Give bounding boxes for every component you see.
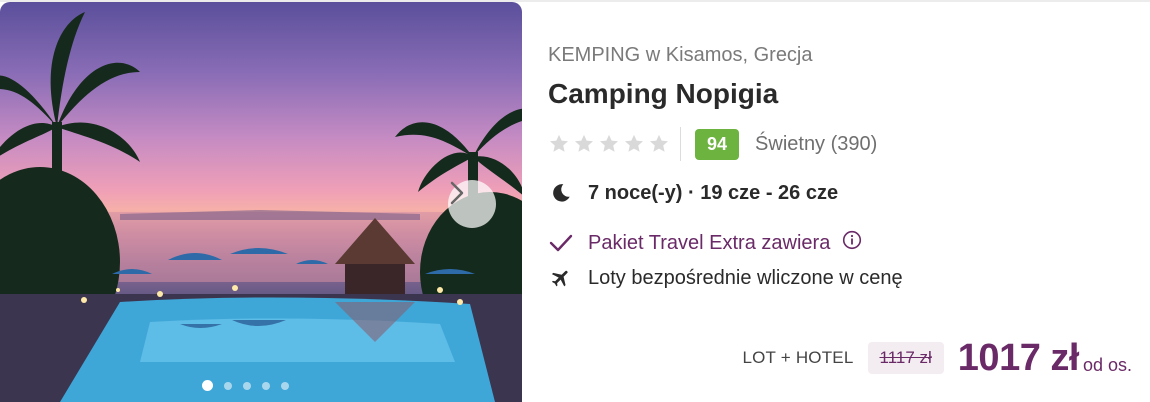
review-score-badge: 94 [695,128,740,160]
rating-divider [680,127,681,161]
old-price: 1117 zł [867,342,944,374]
moon-icon [548,180,574,206]
hotel-photo[interactable] [0,2,522,402]
checkmark-icon [548,230,574,256]
gallery-dot[interactable] [243,381,251,390]
hotel-location: KEMPING w Kisamos, Grecja [548,44,813,66]
info-circle-icon[interactable] [842,230,862,256]
gallery-dot[interactable] [202,380,213,391]
offer-card[interactable]: KEMPING w Kisamos, Grecja Camping Nopigi… [0,0,1150,402]
price-row[interactable]: LOT + HOTEL 1117 zł 1017 zł od os. [742,334,1132,382]
package-type: LOT + HOTEL [742,348,854,367]
rating-row: 94 Świetny (390) [548,127,877,161]
travel-extra-package[interactable]: Pakiet Travel Extra zawiera [548,230,862,256]
star-icon [550,134,568,152]
photo-scene [0,12,522,402]
gallery-dots [202,380,289,391]
gallery-dot[interactable] [224,381,232,390]
gallery-dot[interactable] [262,381,270,390]
per-person-label: od os. [1082,354,1132,375]
star-icon [575,134,593,152]
flights-info: Loty bezpośrednie wliczone w cenę [548,265,903,291]
review-score-label[interactable]: Świetny (390) [755,133,877,156]
hotel-name[interactable]: Camping Nopigia [548,78,778,110]
flights-text: Loty bezpośrednie wliczone w cenę [588,266,903,289]
star-icon [625,134,643,152]
star-icon [650,134,668,152]
airplane-icon [548,265,574,291]
chevron-right-icon [450,181,464,205]
star-icon [600,134,618,152]
gallery-dot[interactable] [281,381,289,390]
gallery-next-button[interactable] [448,180,496,228]
stay-dates: 7 noce(-y) · 19 cze - 26 cze [548,180,838,206]
travel-extra-text[interactable]: Pakiet Travel Extra zawiera [588,232,830,255]
stay-dates-text: 7 noce(-y) · 19 cze - 26 cze [588,181,839,204]
current-price[interactable]: 1017 zł [958,337,1080,380]
star-rating [548,133,670,155]
